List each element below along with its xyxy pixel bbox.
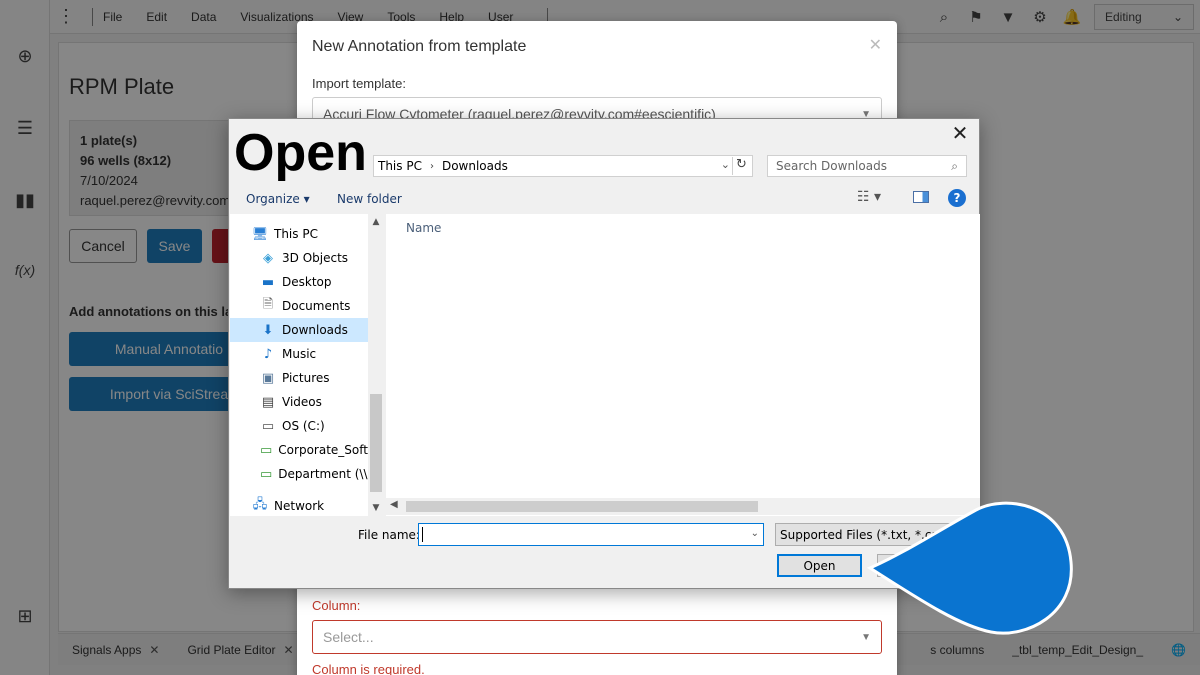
nav-label: Pictures — [282, 371, 330, 385]
network-drive-icon: ▭ — [260, 442, 273, 458]
column-placeholder: Select... — [323, 629, 374, 645]
nav-item-this-pc[interactable]: 🖥 This PC — [230, 222, 368, 246]
search-icon: ⌕ — [951, 158, 958, 173]
network-drive-icon: ▭ — [260, 466, 273, 482]
music-icon: ♪ — [263, 346, 273, 362]
pointer-callout-icon — [866, 501, 1073, 635]
breadcrumb-downloads[interactable]: Downloads — [442, 159, 508, 173]
pc-icon: 🖥 — [251, 226, 269, 242]
view-options-icon[interactable]: ☷ ▾ — [857, 189, 881, 205]
scroll-down-icon[interactable]: ▼ — [368, 503, 384, 513]
nav-label: Downloads — [282, 323, 348, 337]
chevron-right-icon: › — [429, 160, 434, 172]
nav-item-corporate-software[interactable]: ▭ Corporate_Softw — [230, 438, 368, 462]
open-button[interactable]: Open — [777, 554, 862, 577]
navigation-pane: 🖥 This PC ◈ 3D Objects ▬ Desktop 🗎 Docum… — [230, 214, 368, 516]
3d-objects-icon: ◈ — [263, 250, 273, 266]
nav-item-os-c[interactable]: ▭ OS (C:) — [230, 414, 368, 438]
navigation-scrollbar[interactable]: ▲ ▼ — [368, 214, 384, 516]
chevron-down-icon[interactable]: ⌄ — [721, 158, 730, 171]
nav-label: Videos — [282, 395, 322, 409]
nav-label: 3D Objects — [282, 251, 349, 265]
dialog-title: Open — [234, 124, 367, 182]
nav-item-desktop[interactable]: ▬ Desktop — [230, 270, 368, 294]
scroll-left-icon[interactable]: ◀ — [390, 499, 398, 510]
file-name-input[interactable]: ⌄ — [418, 523, 764, 546]
help-icon[interactable]: ? — [948, 189, 966, 207]
column-header-name[interactable]: Name — [406, 221, 441, 235]
address-bar[interactable]: This PC › Downloads ⌄ ↻ — [373, 155, 753, 177]
chevron-down-icon[interactable]: ⌄ — [751, 528, 759, 539]
text-cursor — [422, 527, 423, 542]
nav-label: Department (\\c — [278, 467, 368, 481]
file-name-label: File name: — [358, 528, 420, 542]
nav-item-pictures[interactable]: ▣ Pictures — [230, 366, 368, 390]
downloads-icon: ⬇ — [262, 322, 274, 338]
breadcrumb-this-pc[interactable]: This PC — [378, 159, 422, 173]
file-list[interactable]: Name — [386, 214, 980, 516]
column-error: Column is required. — [312, 662, 425, 675]
nav-item-3d-objects[interactable]: ◈ 3D Objects — [230, 246, 368, 270]
modal-title: New Annotation from template — [312, 38, 527, 55]
nav-item-documents[interactable]: 🗎 Documents — [230, 294, 368, 318]
pointer-shape — [866, 501, 1073, 635]
network-icon: 🖧 — [252, 497, 268, 512]
nav-item-department[interactable]: ▭ Department (\\c — [230, 462, 368, 486]
pictures-icon: ▣ — [261, 370, 275, 386]
refresh-icon[interactable]: ↻ — [732, 157, 750, 175]
videos-icon: ▤ — [261, 394, 275, 410]
nav-item-network[interactable]: 🖧 Network — [230, 494, 368, 516]
nav-label: OS (C:) — [282, 419, 325, 433]
nav-label: Network — [274, 499, 325, 513]
import-template-label: Import template: — [312, 76, 406, 91]
column-select[interactable]: Select... ▼ — [312, 620, 882, 654]
nav-label: Documents — [282, 299, 351, 313]
nav-item-videos[interactable]: ▤ Videos — [230, 390, 368, 414]
nav-label: Desktop — [282, 275, 332, 289]
search-input[interactable]: Search Downloads ⌕ — [767, 155, 967, 177]
nav-item-downloads[interactable]: ⬇ Downloads — [230, 318, 368, 342]
organize-button[interactable]: Organize ▾ — [246, 192, 310, 206]
nav-label: Music — [282, 347, 317, 361]
drive-icon: ▭ — [261, 418, 275, 434]
new-folder-button[interactable]: New folder — [337, 192, 402, 206]
close-icon[interactable]: ✕ — [869, 35, 882, 55]
column-label: Column: — [312, 598, 361, 613]
nav-item-music[interactable]: ♪ Music — [230, 342, 368, 366]
scrollbar-thumb[interactable] — [370, 394, 382, 492]
preview-pane-icon[interactable] — [913, 191, 929, 203]
documents-icon: 🗎 — [262, 297, 274, 312]
search-placeholder: Search Downloads — [776, 159, 887, 173]
dialog-toolbar: Organize ▾ New folder ☷ ▾ ? — [229, 185, 979, 213]
close-icon[interactable]: ✕ — [947, 121, 973, 145]
nav-label: This PC — [274, 227, 318, 241]
scrollbar-thumb[interactable] — [406, 501, 758, 512]
nav-label: Corporate_Softw — [278, 443, 368, 457]
scroll-up-icon[interactable]: ▲ — [368, 217, 384, 227]
desktop-icon: ▬ — [261, 274, 275, 290]
